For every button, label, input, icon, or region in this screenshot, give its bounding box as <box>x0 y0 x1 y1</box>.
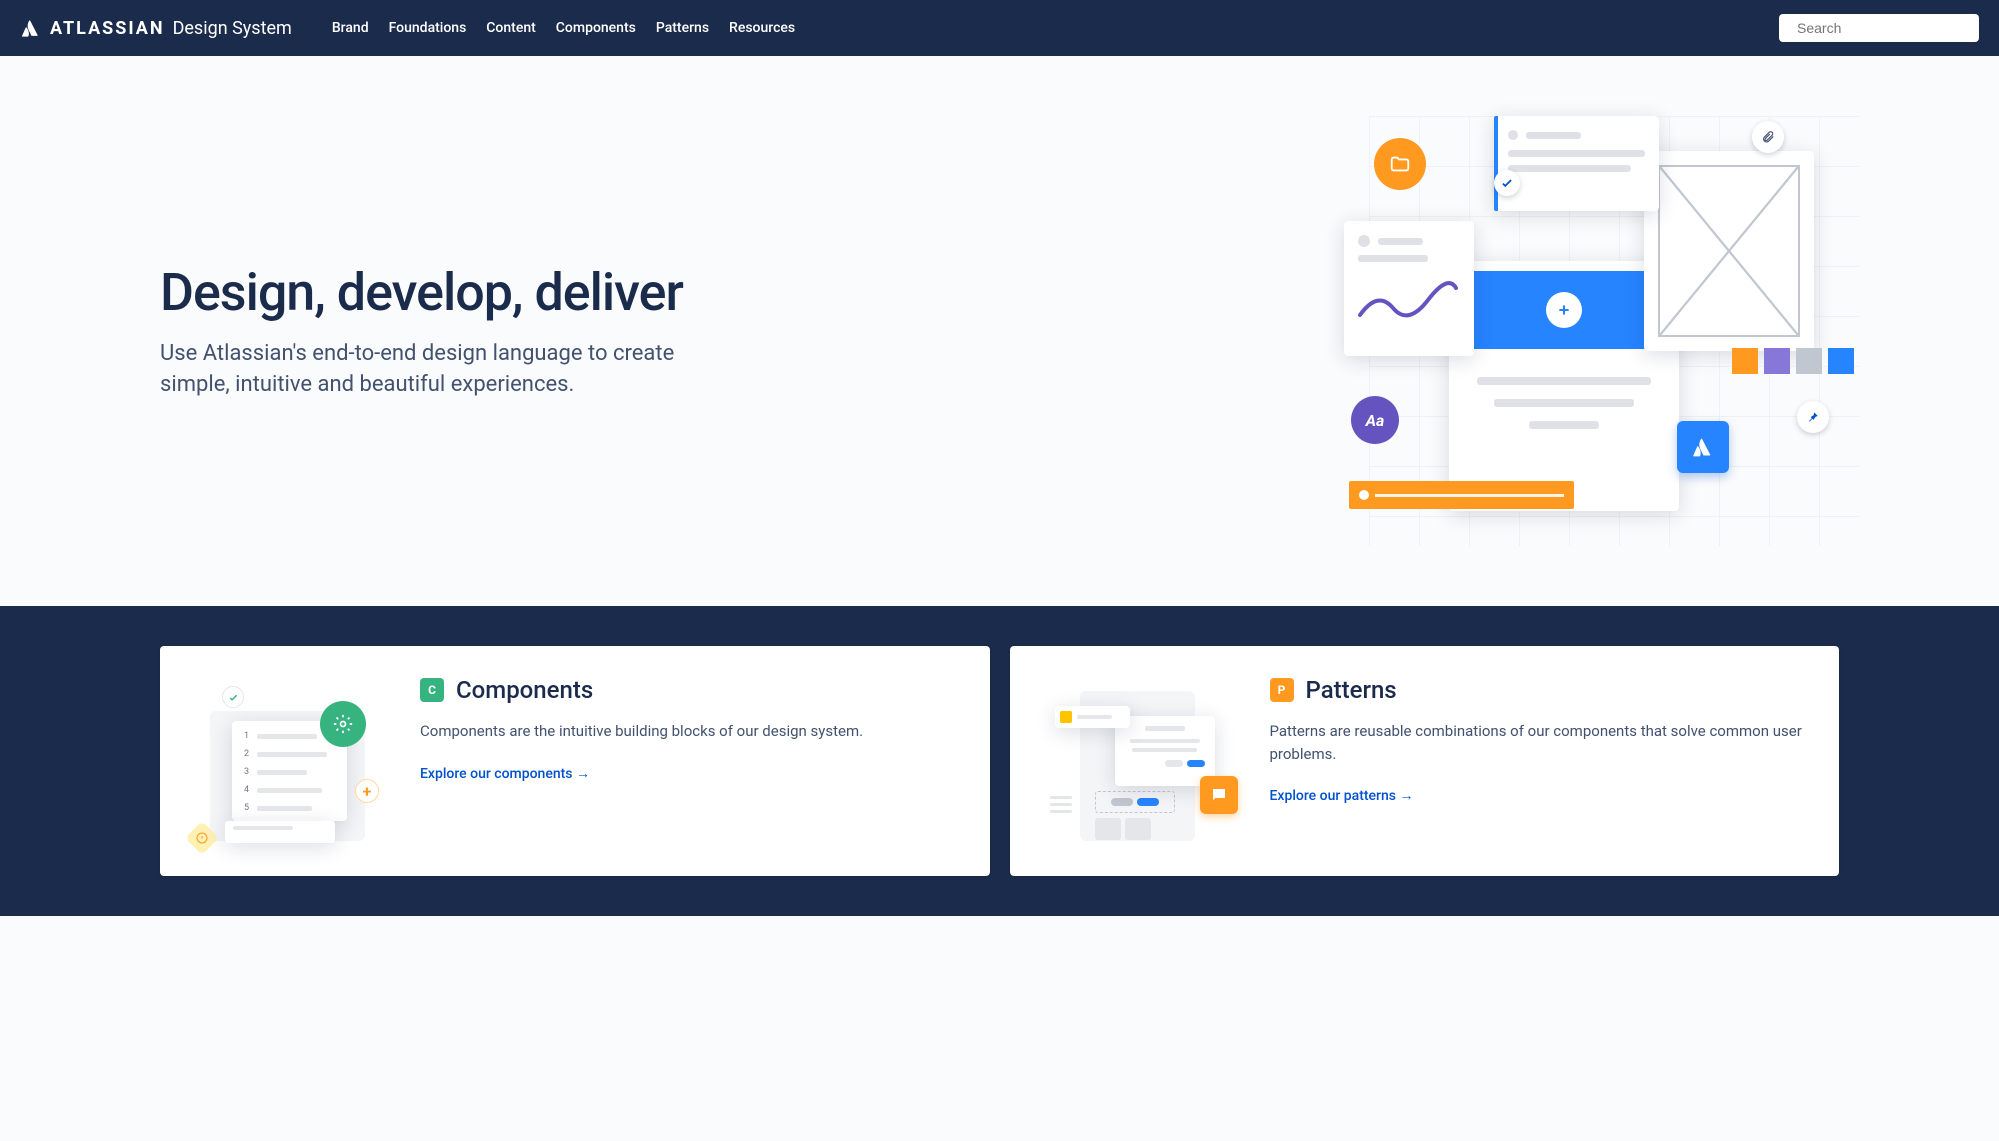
brand-name: ATLASSIAN <box>50 18 165 39</box>
components-badge: C <box>420 678 444 702</box>
check-icon <box>1500 176 1514 190</box>
search-input[interactable] <box>1797 20 1978 36</box>
hero-title: Design, develop, deliver <box>160 262 720 323</box>
brand-subtitle: Design System <box>173 18 292 39</box>
nav-content[interactable]: Content <box>486 20 536 36</box>
hero-subtitle: Use Atlassian's end-to-end design langua… <box>160 339 720 401</box>
patterns-title: Patterns <box>1306 676 1397 704</box>
gear-icon <box>320 701 366 747</box>
patterns-illustration <box>1040 676 1240 846</box>
pin-icon <box>1797 401 1829 433</box>
folder-icon <box>1374 138 1426 190</box>
attachment-icon <box>1752 121 1784 153</box>
components-card: 1 2 3 4 5 + <box>160 646 990 876</box>
nav-resources[interactable]: Resources <box>729 20 795 36</box>
atlassian-logo-icon <box>20 17 42 39</box>
wave-chart-icon <box>1358 280 1458 330</box>
nav-brand[interactable]: Brand <box>332 20 369 36</box>
atlassian-icon <box>1677 421 1729 473</box>
hero-section: Design, develop, deliver Use Atlassian's… <box>0 56 1999 606</box>
components-link[interactable]: Explore our components → <box>420 766 590 782</box>
components-title: Components <box>456 676 593 704</box>
typography-icon: Aa <box>1351 396 1399 444</box>
top-nav: ATLASSIAN Design System Brand Foundation… <box>0 0 1999 56</box>
nav-foundations[interactable]: Foundations <box>389 20 467 36</box>
components-desc: Components are the intuitive building bl… <box>420 720 960 743</box>
logo[interactable]: ATLASSIAN Design System <box>20 17 292 39</box>
nav-patterns[interactable]: Patterns <box>656 20 709 36</box>
patterns-badge: P <box>1270 678 1294 702</box>
nav-components[interactable]: Components <box>556 20 636 36</box>
patterns-card: P Patterns Patterns are reusable combina… <box>1010 646 1840 876</box>
primary-nav: Brand Foundations Content Components Pat… <box>332 20 795 36</box>
chat-icon <box>1200 776 1238 814</box>
feature-cards-section: 1 2 3 4 5 + <box>0 606 1999 916</box>
components-illustration: 1 2 3 4 5 + <box>190 676 390 846</box>
patterns-link[interactable]: Explore our patterns → <box>1270 788 1414 804</box>
hero-illustration: Aa <box>1339 116 1839 546</box>
plus-icon <box>1556 302 1572 318</box>
patterns-desc: Patterns are reusable combinations of ou… <box>1270 720 1810 765</box>
search-box[interactable] <box>1779 14 1979 42</box>
